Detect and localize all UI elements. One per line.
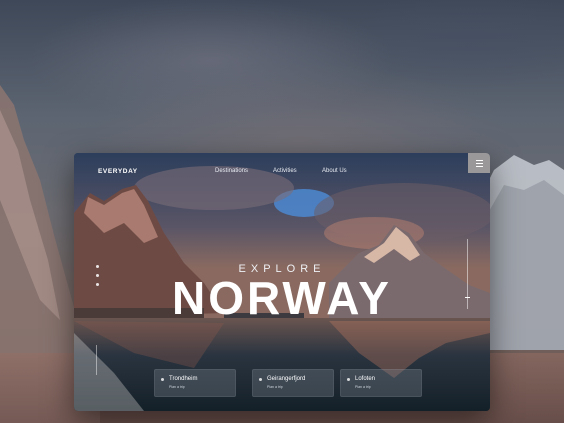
destination-subtitle: Plan a trip: [355, 385, 371, 389]
side-social-links: [96, 265, 99, 286]
location-dot-icon: [161, 378, 164, 381]
hero-title: NORWAY: [172, 272, 392, 324]
scroll-indicator-line: [96, 345, 97, 375]
slide-progress-line: [467, 239, 468, 309]
menu-icon: [475, 159, 483, 167]
brand-logo[interactable]: EVERYDAY: [98, 168, 138, 175]
destination-subtitle: Plan a trip: [267, 385, 283, 389]
nav-link-destinations[interactable]: Destinations: [215, 168, 248, 174]
destination-name: Trondheim: [169, 376, 198, 382]
menu-button[interactable]: [468, 153, 490, 173]
nav-link-activities[interactable]: Activities: [273, 168, 297, 174]
destination-name: Lofoten: [355, 376, 376, 382]
location-dot-icon: [347, 378, 350, 381]
location-dot-icon: [259, 378, 262, 381]
destination-subtitle: Plan a trip: [169, 385, 185, 389]
nav-link-about-us[interactable]: About Us: [322, 168, 347, 174]
hero-card: EVERYDAY Destinations Activities About U…: [74, 153, 490, 411]
destination-card-lofoten[interactable]: Lofoten Plan a trip: [340, 369, 422, 397]
slide-progress-marker: [465, 297, 470, 298]
social-dot-icon[interactable]: [96, 274, 99, 277]
destination-card-geirangerfjord[interactable]: Geirangerfjord Plan a trip: [252, 369, 334, 397]
top-navigation: EVERYDAY Destinations Activities About U…: [74, 153, 490, 189]
social-dot-icon[interactable]: [96, 265, 99, 268]
destination-name: Geirangerfjord: [267, 376, 306, 382]
destination-card-trondheim[interactable]: Trondheim Plan a trip: [154, 369, 236, 397]
social-dot-icon[interactable]: [96, 283, 99, 286]
